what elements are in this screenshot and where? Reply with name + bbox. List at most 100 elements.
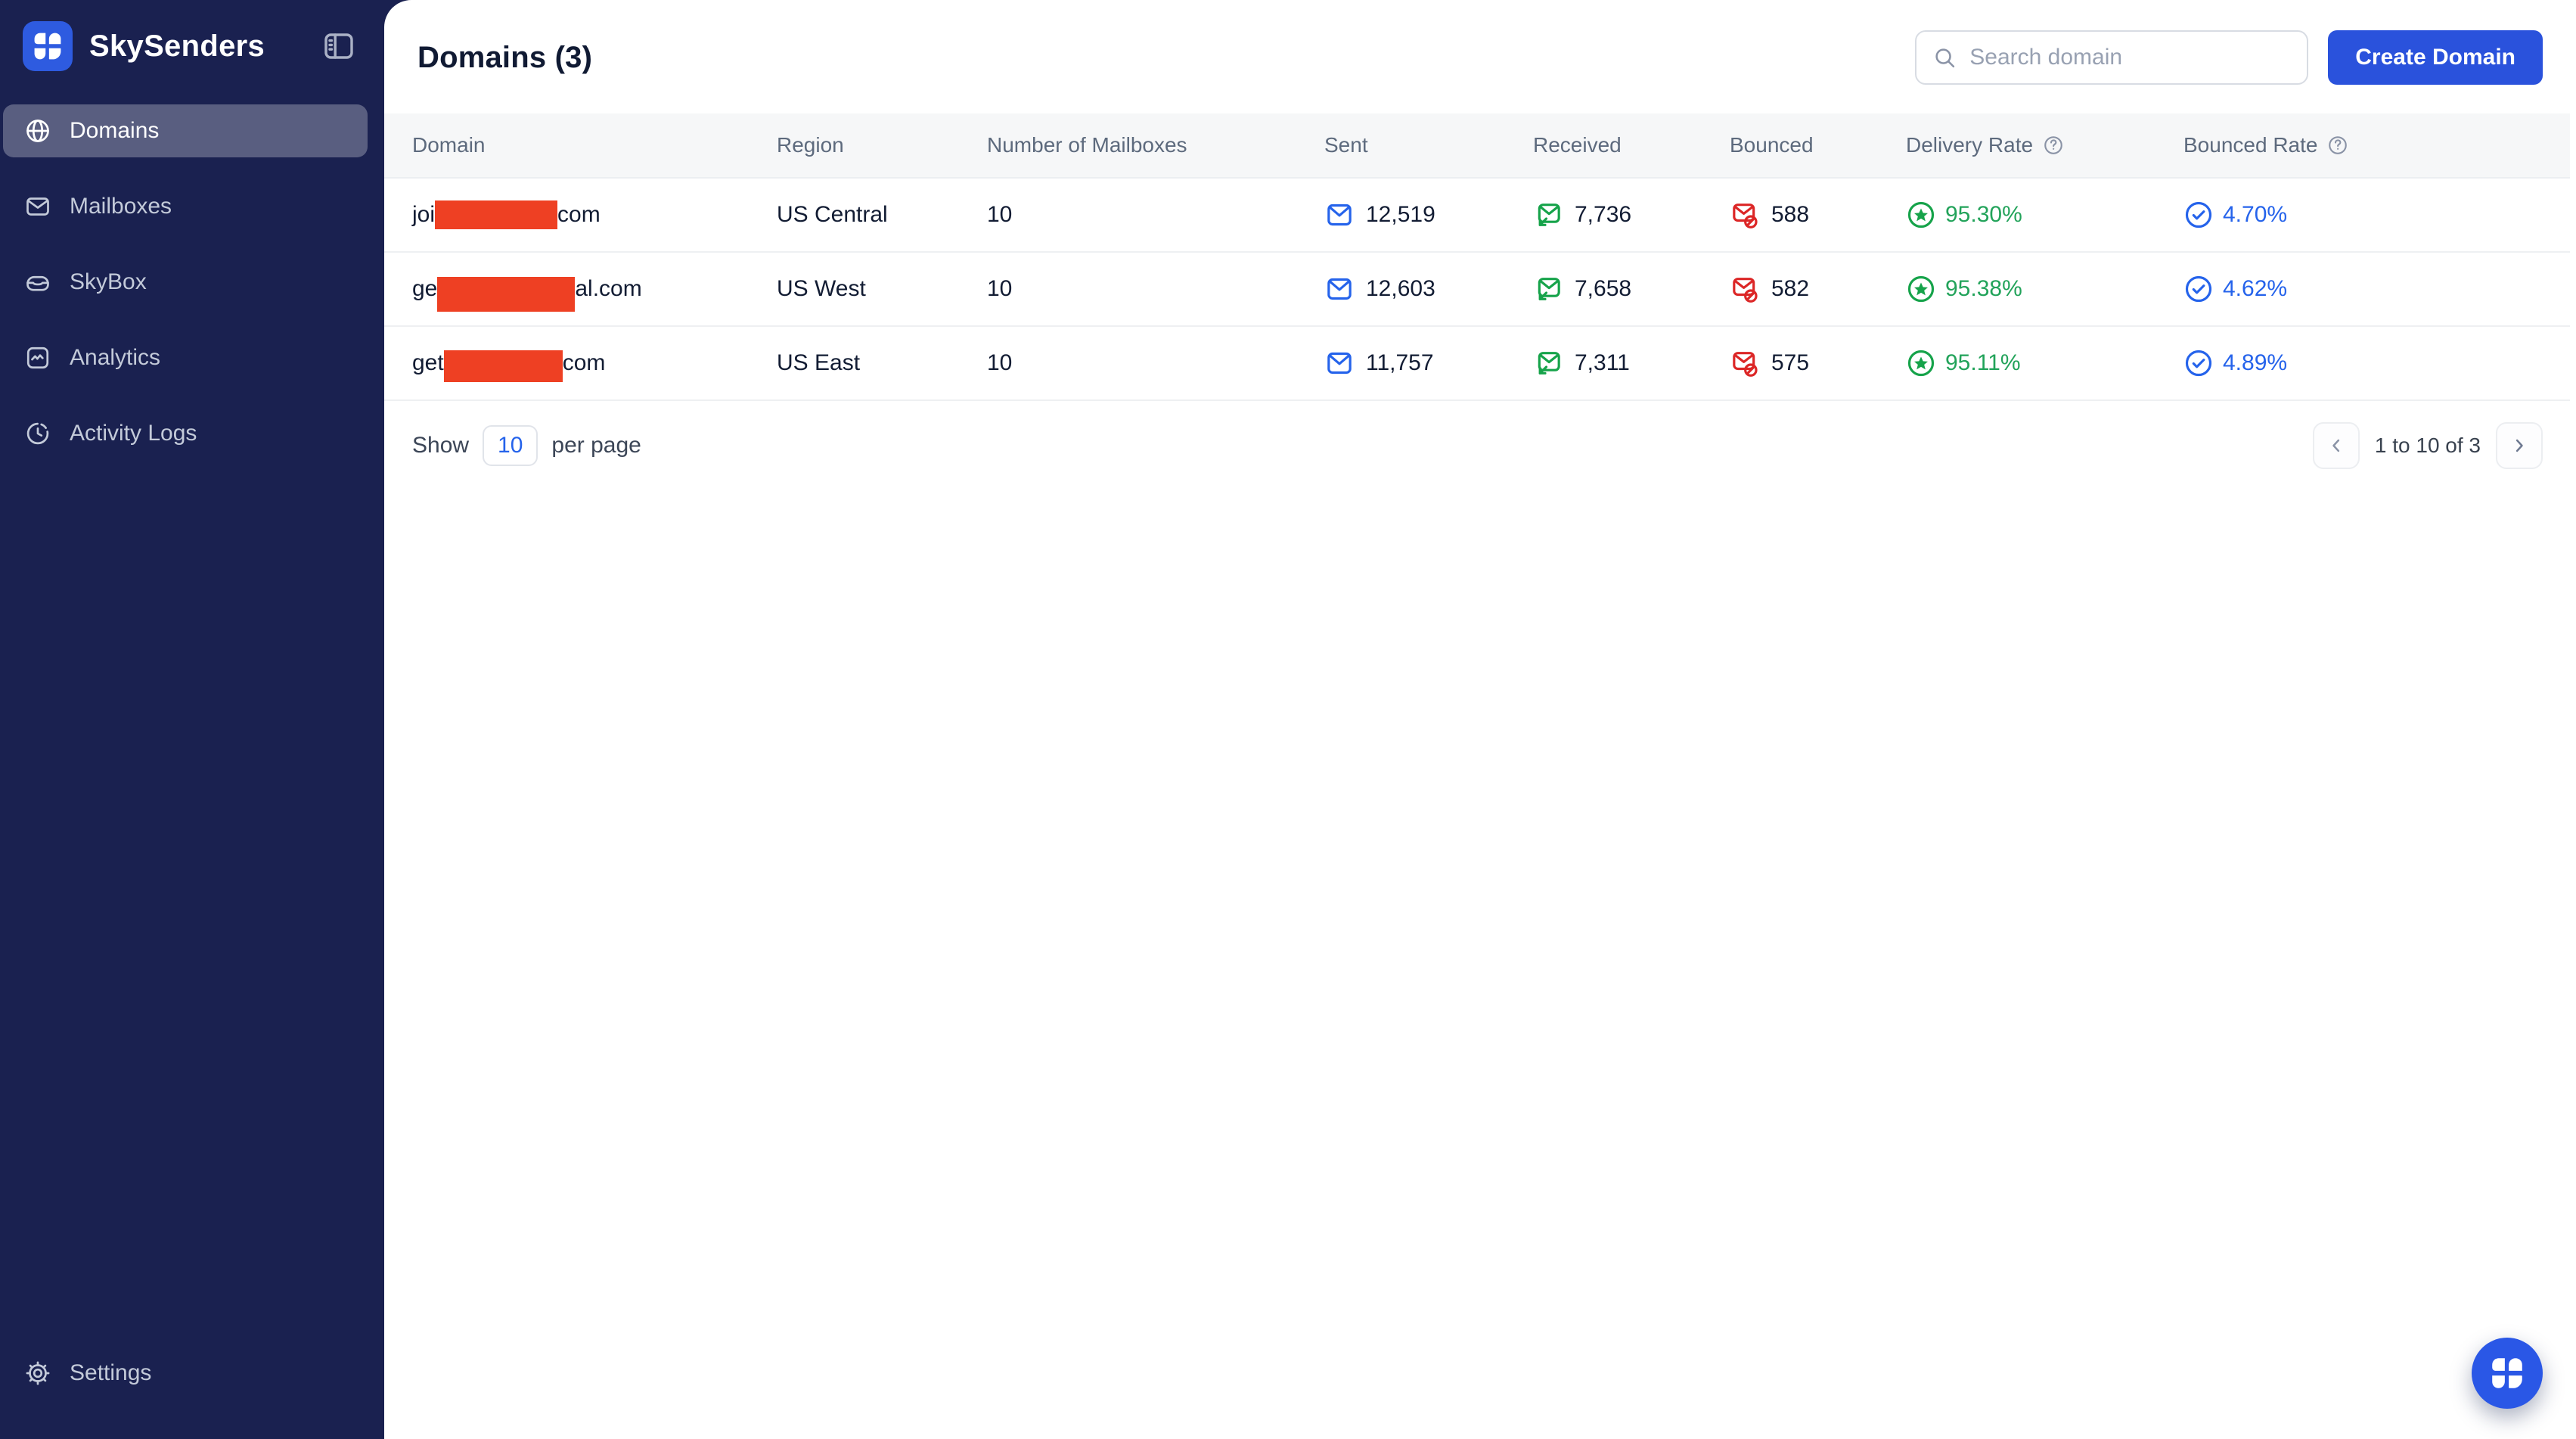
app-logo bbox=[23, 21, 73, 71]
delivery-rate-cell: 95.38% bbox=[1906, 274, 2183, 304]
column-header-domain: Domain bbox=[412, 133, 777, 157]
column-header-region: Region bbox=[777, 133, 987, 157]
delivery-rate-cell: 95.11% bbox=[1906, 348, 2183, 378]
table-row[interactable]: geal.com US West 10 12,603 7,658 582 95.… bbox=[384, 253, 2570, 327]
region-cell: US East bbox=[777, 350, 987, 376]
mail-icon bbox=[24, 193, 51, 220]
sidebar-item-mailboxes[interactable]: Mailboxes bbox=[3, 180, 368, 233]
star-circle-icon bbox=[1906, 348, 1936, 378]
sidebar-header: SkySenders bbox=[0, 0, 384, 94]
bounced-rate-cell: 4.70% bbox=[2183, 200, 2570, 230]
sidebar-collapse-icon[interactable] bbox=[321, 28, 357, 64]
pagination-range: 1 to 10 of 3 bbox=[2375, 434, 2481, 458]
sidebar-item-label: Analytics bbox=[70, 345, 160, 371]
next-page-button[interactable] bbox=[2496, 422, 2543, 469]
received-mail-icon bbox=[1533, 200, 1563, 230]
header-actions: Create Domain bbox=[1915, 30, 2543, 85]
sidebar-item-skybox[interactable]: SkyBox bbox=[3, 256, 368, 309]
per-page-label: per page bbox=[551, 433, 641, 458]
received-mail-icon bbox=[1533, 348, 1563, 378]
bounced-cell: 582 bbox=[1730, 274, 1906, 304]
sidebar: SkySenders Domains Mailboxes bbox=[0, 0, 384, 1439]
column-header-bounced-rate: Bounced Rate bbox=[2183, 133, 2570, 157]
received-cell: 7,311 bbox=[1533, 348, 1730, 378]
sidebar-item-label: Domains bbox=[70, 118, 159, 144]
table-row[interactable]: getcom US East 10 11,757 7,311 575 95.11… bbox=[384, 327, 2570, 401]
create-domain-button[interactable]: Create Domain bbox=[2328, 30, 2543, 85]
bounced-rate-cell: 4.89% bbox=[2183, 348, 2570, 378]
sent-mail-icon bbox=[1324, 200, 1355, 230]
mailboxes-cell: 10 bbox=[987, 350, 1324, 376]
column-header-sent: Sent bbox=[1324, 133, 1533, 157]
main-panel: Domains (3) Create Domain Domain Region … bbox=[384, 0, 2576, 1439]
delivery-rate-cell: 95.30% bbox=[1906, 200, 2183, 230]
mailboxes-cell: 10 bbox=[987, 276, 1324, 302]
sidebar-nav: Domains Mailboxes SkyBox Analytics bbox=[0, 94, 384, 460]
globe-icon bbox=[24, 117, 51, 145]
pager: 1 to 10 of 3 bbox=[2313, 422, 2543, 469]
bounced-mail-icon bbox=[1730, 274, 1760, 304]
page-size-group: Show 10 per page bbox=[412, 425, 641, 466]
mailboxes-cell: 10 bbox=[987, 202, 1324, 228]
sidebar-item-label: SkyBox bbox=[70, 269, 147, 295]
skysenders-logo-icon bbox=[2488, 1354, 2526, 1392]
chevron-left-icon bbox=[2326, 435, 2347, 456]
table-row[interactable]: joicom US Central 10 12,519 7,736 588 95… bbox=[384, 179, 2570, 253]
clock-icon bbox=[24, 420, 51, 447]
sidebar-item-settings[interactable]: Settings bbox=[3, 1347, 368, 1400]
region-cell: US West bbox=[777, 276, 987, 302]
column-header-mailboxes: Number of Mailboxes bbox=[987, 133, 1324, 157]
sidebar-item-label: Mailboxes bbox=[70, 194, 172, 219]
received-cell: 7,736 bbox=[1533, 200, 1730, 230]
page-size-select[interactable]: 10 bbox=[483, 425, 538, 466]
check-circle-icon bbox=[2183, 348, 2214, 378]
domain-cell: joicom bbox=[412, 200, 777, 229]
analytics-icon bbox=[24, 344, 51, 371]
sidebar-item-analytics[interactable]: Analytics bbox=[3, 331, 368, 384]
sidebar-footer: Settings bbox=[3, 1347, 368, 1422]
chevron-right-icon bbox=[2509, 435, 2530, 456]
bounced-mail-icon bbox=[1730, 348, 1760, 378]
star-circle-icon bbox=[1906, 200, 1936, 230]
sent-cell: 12,603 bbox=[1324, 274, 1533, 304]
received-cell: 7,658 bbox=[1533, 274, 1730, 304]
brand-floating-button[interactable] bbox=[2472, 1338, 2543, 1409]
bounced-mail-icon bbox=[1730, 200, 1760, 230]
check-circle-icon bbox=[2183, 274, 2214, 304]
show-label: Show bbox=[412, 433, 469, 458]
help-circle-icon[interactable] bbox=[2326, 134, 2349, 157]
help-circle-icon[interactable] bbox=[2042, 134, 2065, 157]
redacted-text bbox=[435, 200, 557, 229]
table-header-row: Domain Region Number of Mailboxes Sent R… bbox=[384, 113, 2570, 179]
column-header-received: Received bbox=[1533, 133, 1730, 157]
search-icon bbox=[1932, 45, 1957, 70]
redacted-text bbox=[444, 350, 563, 382]
page-header: Domains (3) Create Domain bbox=[384, 0, 2576, 113]
bounced-rate-cell: 4.62% bbox=[2183, 274, 2570, 304]
region-cell: US Central bbox=[777, 202, 987, 228]
domain-cell: getcom bbox=[412, 347, 777, 379]
inbox-icon bbox=[24, 269, 51, 296]
skysenders-logo-icon bbox=[31, 30, 64, 63]
sent-cell: 11,757 bbox=[1324, 348, 1533, 378]
search-input[interactable] bbox=[1969, 45, 2292, 70]
sidebar-item-label: Activity Logs bbox=[70, 421, 197, 446]
column-header-bounced: Bounced bbox=[1730, 133, 1906, 157]
domain-cell: geal.com bbox=[412, 272, 777, 306]
app-title: SkySenders bbox=[89, 30, 265, 64]
sent-mail-icon bbox=[1324, 274, 1355, 304]
previous-page-button[interactable] bbox=[2313, 422, 2360, 469]
page-title: Domains (3) bbox=[417, 41, 592, 75]
search-box bbox=[1915, 30, 2308, 85]
bounced-cell: 588 bbox=[1730, 200, 1906, 230]
table-footer: Show 10 per page 1 to 10 of 3 bbox=[384, 401, 2576, 469]
sent-mail-icon bbox=[1324, 348, 1355, 378]
redacted-text bbox=[437, 277, 575, 312]
star-circle-icon bbox=[1906, 274, 1936, 304]
sidebar-item-label: Settings bbox=[70, 1360, 151, 1386]
sidebar-item-domains[interactable]: Domains bbox=[3, 104, 368, 157]
sidebar-item-activity-logs[interactable]: Activity Logs bbox=[3, 407, 368, 460]
bounced-cell: 575 bbox=[1730, 348, 1906, 378]
gear-icon bbox=[24, 1360, 51, 1387]
column-header-delivery-rate: Delivery Rate bbox=[1906, 133, 2183, 157]
